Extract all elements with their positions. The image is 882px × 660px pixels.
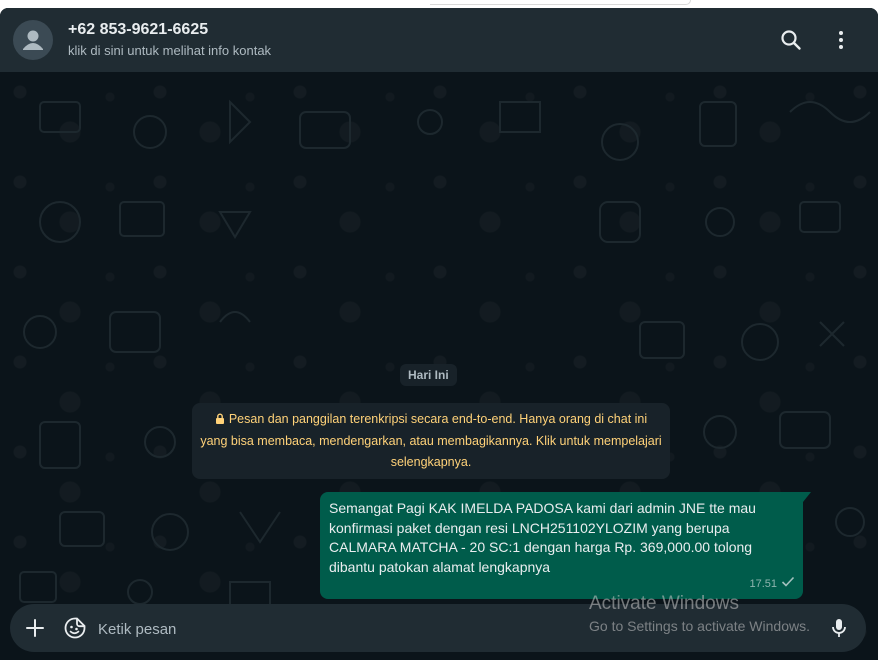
default-avatar-icon[interactable] [13, 20, 53, 60]
message-text: Semangat Pagi KAK IMELDA PADOSA kami dar… [329, 500, 756, 575]
microphone-icon[interactable] [827, 616, 851, 640]
contact-name[interactable]: +62 853-9621-6625 [68, 21, 208, 39]
windows-activation-subtitle: Go to Settings to activate Windows. [589, 618, 810, 634]
bubble-tail [803, 492, 811, 502]
search-icon[interactable] [779, 28, 803, 52]
single-check-icon [781, 575, 795, 595]
date-separator: Hari Ini [400, 364, 457, 386]
message-input[interactable] [96, 613, 580, 645]
window-edge-line [430, 0, 691, 5]
chat-window: +62 853-9621-6625 klik di sini untuk mel… [0, 8, 878, 660]
sticker-icon[interactable] [63, 616, 87, 640]
encryption-notice[interactable]: Pesan dan panggilan terenkripsi secara e… [192, 403, 670, 479]
chat-header[interactable]: +62 853-9621-6625 klik di sini untuk mel… [0, 8, 878, 72]
message-meta: 17.51 [749, 575, 795, 595]
windows-activation-title: Activate Windows [589, 593, 739, 614]
lock-icon [215, 410, 225, 431]
outgoing-message[interactable]: Semangat Pagi KAK IMELDA PADOSA kami dar… [320, 492, 803, 599]
encryption-notice-text: Pesan dan panggilan terenkripsi secara e… [200, 412, 662, 469]
window-right-edge [878, 8, 882, 660]
browser-top-edge [0, 0, 882, 8]
contact-info-hint[interactable]: klik di sini untuk melihat info kontak [68, 43, 271, 58]
plus-icon[interactable] [23, 616, 47, 640]
kebab-menu-icon[interactable] [829, 28, 853, 52]
message-time: 17.51 [749, 577, 777, 590]
